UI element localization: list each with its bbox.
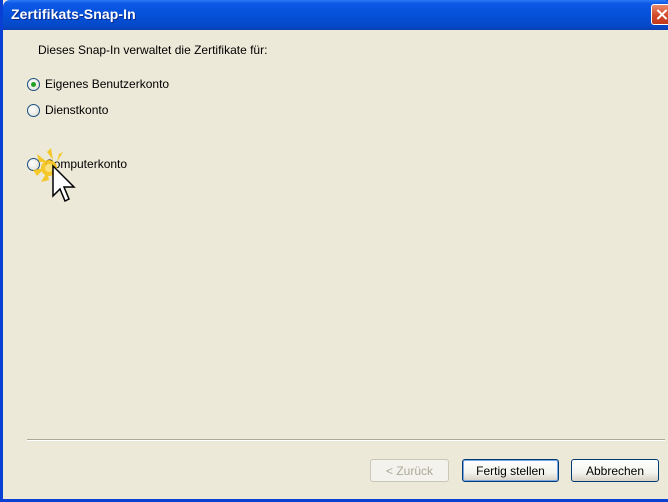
mouse-cursor-icon (33, 148, 76, 203)
cancel-button[interactable]: Abbrechen (571, 459, 659, 482)
finish-button[interactable]: Fertig stellen (462, 459, 559, 482)
radio-button-user-account[interactable] (27, 77, 40, 91)
button-separator (27, 439, 665, 441)
dialog-content (6, 30, 668, 499)
back-button[interactable]: < Zurück (370, 459, 449, 482)
intro-label: Dieses Snap-In verwaltet die Zertifikate… (38, 43, 268, 57)
title-bar[interactable]: Zertifikats-Snap-In (3, 0, 668, 30)
radio-option-user-account[interactable]: Eigenes Benutzerkonto (27, 77, 169, 91)
radio-label-user-account: Eigenes Benutzerkonto (45, 77, 170, 91)
radio-label-service-account: Dienstkonto (45, 103, 109, 117)
radio-option-service-account[interactable]: Dienstkonto (27, 103, 108, 117)
close-icon[interactable] (651, 4, 668, 25)
certificate-snapin-dialog: Zertifikats-Snap-In Dieses Snap-In verwa… (0, 0, 668, 502)
window-title: Zertifikats-Snap-In (11, 6, 136, 22)
radio-button-service-account[interactable] (27, 103, 40, 117)
